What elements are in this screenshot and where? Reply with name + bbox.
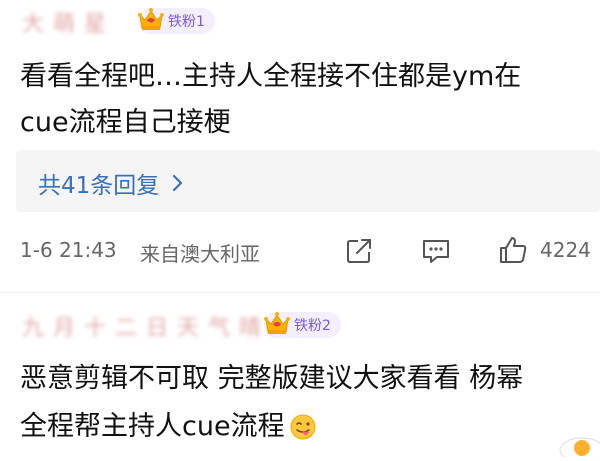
comment1-username[interactable]: 大 萌 星 — [22, 6, 107, 38]
crown-badge-icon — [136, 4, 166, 34]
fan-badge-label: 铁粉1 — [168, 14, 205, 30]
comment1-like-count: 4224 — [540, 238, 591, 262]
replies-box[interactable]: 共41条回复 — [16, 150, 600, 212]
fan-badge-label: 铁粉2 — [294, 318, 331, 334]
comment1-text-line2: cue流程自己接梗 — [20, 107, 231, 138]
thumbs-up-icon[interactable] — [496, 232, 530, 268]
comment1-location: 来自澳大利亚 — [140, 242, 260, 266]
comment2-username[interactable]: 九 月 十 二 日 天 气 晴 朗 — [22, 310, 293, 342]
comment1-fan-badge: 铁粉1 — [138, 8, 215, 34]
crown-badge-icon — [262, 308, 292, 338]
comment2-text-line2: 全程帮主持人cue流程 — [20, 411, 285, 442]
comment2-text-line1: 恶意剪辑不可取 完整版建议大家看看 杨幂 — [20, 363, 524, 394]
share-icon[interactable] — [342, 234, 376, 268]
comment-icon[interactable] — [419, 234, 453, 268]
comment-divider — [0, 292, 600, 293]
comment1-timestamp: 1-6 21:43 — [20, 238, 117, 262]
tongue-face-emoji — [289, 413, 317, 441]
replies-count: 共41条回复 — [38, 173, 160, 199]
chevron-right-icon — [171, 173, 185, 193]
fried-egg-sticker-icon — [556, 424, 600, 461]
view-replies-link[interactable]: 共41条回复 — [38, 166, 185, 200]
comment2-fan-badge: 铁粉2 — [264, 312, 341, 338]
comment2-text-line2-row: 全程帮主持人cue流程 — [20, 404, 317, 450]
comment1-text-line1: 看看全程吧…主持人全程接不住都是ym在 — [20, 61, 522, 92]
